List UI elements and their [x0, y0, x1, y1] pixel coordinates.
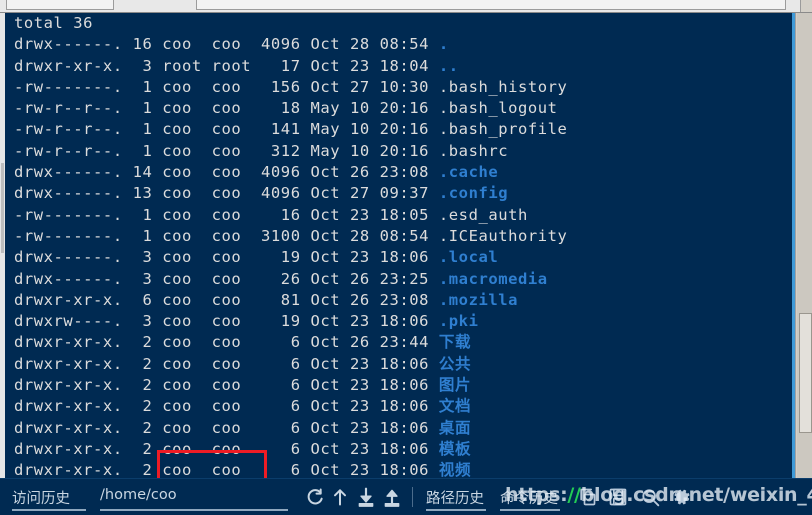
- file-name: .bashrc: [438, 141, 509, 160]
- terminal-line-meta: total 36: [14, 14, 94, 32]
- terminal-line-meta: drwx------. 3 coo coo 19 Oct 23 18:06: [14, 248, 439, 267]
- path-field-underline: [100, 509, 288, 511]
- terminal-line: drwxr-xr-x. 6 coo coo 81 Oct 26 23:08 .m…: [5, 290, 795, 311]
- command-history-button[interactable]: 命令历史: [500, 487, 558, 508]
- directory-name: .cache: [438, 163, 499, 182]
- directory-name: 视频: [438, 461, 472, 478]
- directory-name: 公共: [438, 354, 472, 373]
- terminal-line: drwxr-xr-x. 2 coo coo 6 Oct 23 18:06 桌面: [5, 418, 795, 439]
- directory-name: .macromedia: [438, 269, 548, 288]
- terminal-line-meta: drwxrw----. 3 coo coo 19 Oct 23 18:06: [14, 312, 439, 331]
- window-chrome-strip: [0, 0, 812, 13]
- refresh-icon[interactable]: [304, 487, 324, 507]
- terminal-line: drwxr-xr-x. 2 coo coo 6 Oct 23 18:06 图片: [5, 375, 795, 396]
- file-name: .esd_auth: [438, 205, 528, 224]
- directory-name: 文档: [438, 397, 472, 416]
- terminal-line-meta: drwxr-xr-x. 2 coo coo 6 Oct 23 18:06: [14, 376, 439, 395]
- chrome-toolbar-right[interactable]: [196, 0, 786, 10]
- scrollbar-thumb[interactable]: [799, 313, 812, 433]
- terminal-line-meta: -rw-------. 1 coo coo 3100 Oct 28 08:54: [14, 226, 439, 245]
- terminal-line-meta: drwx------. 3 coo coo 26 Oct 26 23:25: [14, 269, 439, 288]
- terminal-line: -rw-------. 1 coo coo 3100 Oct 28 08:54 …: [5, 226, 795, 247]
- terminal-line-meta: drwxr-xr-x. 2 coo coo 6 Oct 23 18:06: [14, 461, 439, 478]
- terminal-line: -rw-------. 1 coo coo 16 Oct 23 18:05 .e…: [5, 205, 795, 226]
- terminal-line-meta: -rw-r--r--. 1 coo coo 312 May 10 20:16: [14, 141, 439, 160]
- search-icon[interactable]: [640, 487, 660, 507]
- terminal-line-meta: drwxr-xr-x. 6 coo coo 81 Oct 26 23:08: [14, 290, 439, 309]
- path-field[interactable]: /home/coo: [100, 487, 177, 503]
- file-name: .ICEauthority: [438, 226, 568, 245]
- download-icon[interactable]: [356, 487, 376, 507]
- terminal-line: -rw-r--r--. 1 coo coo 141 May 10 20:16 .…: [5, 119, 795, 140]
- terminal-line: drwx------. 13 coo coo 4096 Oct 27 09:37…: [5, 183, 795, 204]
- terminal-line: drwx------. 16 coo coo 4096 Oct 28 08:54…: [5, 34, 795, 55]
- terminal-output[interactable]: total 36 drwx------. 16 coo coo 4096 Oct …: [5, 13, 795, 478]
- terminal-line-meta: drwxr-xr-x. 2 coo coo 6 Oct 23 18:06: [14, 354, 439, 373]
- path-history-underline: [426, 509, 486, 511]
- command-history-underline: [500, 509, 560, 511]
- terminal-line: drwxr-xr-x. 2 coo coo 6 Oct 23 18:06 文档: [5, 396, 795, 417]
- statusbar-divider: [412, 487, 413, 507]
- terminal-line: drwxr-xr-x. 2 coo coo 6 Oct 23 18:06 视频: [5, 460, 795, 478]
- access-history-tab[interactable]: 访问历史: [12, 487, 70, 508]
- save-icon[interactable]: [608, 487, 628, 507]
- upload-icon[interactable]: [382, 487, 402, 507]
- terminal-line-meta: -rw-------. 1 coo coo 156 Oct 27 10:30: [14, 77, 439, 96]
- gear-icon[interactable]: [672, 487, 692, 507]
- upload-arrow-icon[interactable]: [330, 487, 350, 507]
- terminal-line-meta: -rw-r--r--. 1 coo coo 18 May 10 20:16: [14, 99, 439, 118]
- terminal-line-meta: drwx------. 16 coo coo 4096 Oct 28 08:54: [14, 35, 439, 54]
- terminal-line: drwxr-xr-x. 2 coo coo 6 Oct 26 23:44 下载: [5, 332, 795, 353]
- terminal-line: -rw-r--r--. 1 coo coo 312 May 10 20:16 .…: [5, 141, 795, 162]
- terminal-body: total 36 drwx------. 16 coo coo 4096 Oct …: [0, 13, 812, 478]
- terminal-line-meta: drwx------. 13 coo coo 4096 Oct 27 09:37: [14, 184, 439, 203]
- terminal-line: -rw-------. 1 coo coo 156 Oct 27 10:30 .…: [5, 77, 795, 98]
- directory-name: .pki: [438, 312, 479, 331]
- directory-name: .local: [438, 248, 499, 267]
- terminal-window: total 36 drwx------. 16 coo coo 4096 Oct …: [0, 0, 812, 515]
- file-name: .bash_history: [438, 77, 568, 96]
- vertical-scrollbar[interactable]: [795, 13, 812, 478]
- terminal-line-meta: drwxr-xr-x. 2 coo coo 6 Oct 23 18:06: [14, 439, 439, 458]
- terminal-line-meta: drwx------. 14 coo coo 4096 Oct 26 23:08: [14, 163, 439, 182]
- terminal-line-meta: -rw-r--r--. 1 coo coo 141 May 10 20:16: [14, 120, 439, 139]
- terminal-line-meta: -rw-------. 1 coo coo 16 Oct 23 18:05: [14, 205, 439, 224]
- path-history-button[interactable]: 路径历史: [426, 487, 484, 508]
- terminal-line: drwx------. 14 coo coo 4096 Oct 26 23:08…: [5, 162, 795, 183]
- scrollbar-track[interactable]: [797, 13, 812, 478]
- terminal-line: drwx------. 3 coo coo 26 Oct 26 23:25 .m…: [5, 269, 795, 290]
- terminal-line: drwxr-xr-x. 2 coo coo 6 Oct 23 18:06 模板: [5, 439, 795, 460]
- terminal-line-meta: drwxr-xr-x. 2 coo coo 6 Oct 23 18:06: [14, 397, 439, 416]
- directory-name: 下载: [438, 333, 472, 352]
- terminal-line-meta: drwxr-xr-x. 2 coo coo 6 Oct 26 23:44: [14, 333, 439, 352]
- directory-name: 桌面: [438, 418, 472, 437]
- directory-name: ..: [438, 56, 459, 75]
- terminal-line: drwxrw----. 3 coo coo 19 Oct 23 18:06 .p…: [5, 311, 795, 332]
- status-bar: 访问历史 /home/coo 路径历史 命令历史: [0, 478, 812, 515]
- directory-name: .: [438, 35, 449, 54]
- directory-name: 模板: [438, 439, 472, 458]
- terminal-line: total 36: [5, 13, 795, 34]
- terminal-line: drwx------. 3 coo coo 19 Oct 23 18:06 .l…: [5, 247, 795, 268]
- file-name: .bash_profile: [438, 120, 568, 139]
- chrome-toolbar-left[interactable]: [6, 0, 114, 10]
- directory-name: 图片: [438, 376, 472, 395]
- terminal-line: drwxr-xr-x. 2 coo coo 6 Oct 23 18:06 公共: [5, 354, 795, 375]
- access-history-underline: [12, 509, 86, 511]
- copy-icon[interactable]: [577, 487, 597, 507]
- directory-name: .config: [438, 184, 509, 203]
- terminal-line-meta: drwxr-xr-x. 3 root root 17 Oct 23 18:04: [14, 56, 439, 75]
- chrome-corner: [800, 0, 812, 12]
- terminal-line-meta: drwxr-xr-x. 2 coo coo 6 Oct 23 18:06: [14, 418, 439, 437]
- file-name: .bash_logout: [438, 99, 558, 118]
- terminal-line: -rw-r--r--. 1 coo coo 18 May 10 20:16 .b…: [5, 98, 795, 119]
- terminal-line: drwxr-xr-x. 3 root root 17 Oct 23 18:04 …: [5, 56, 795, 77]
- directory-name: .mozilla: [438, 290, 518, 309]
